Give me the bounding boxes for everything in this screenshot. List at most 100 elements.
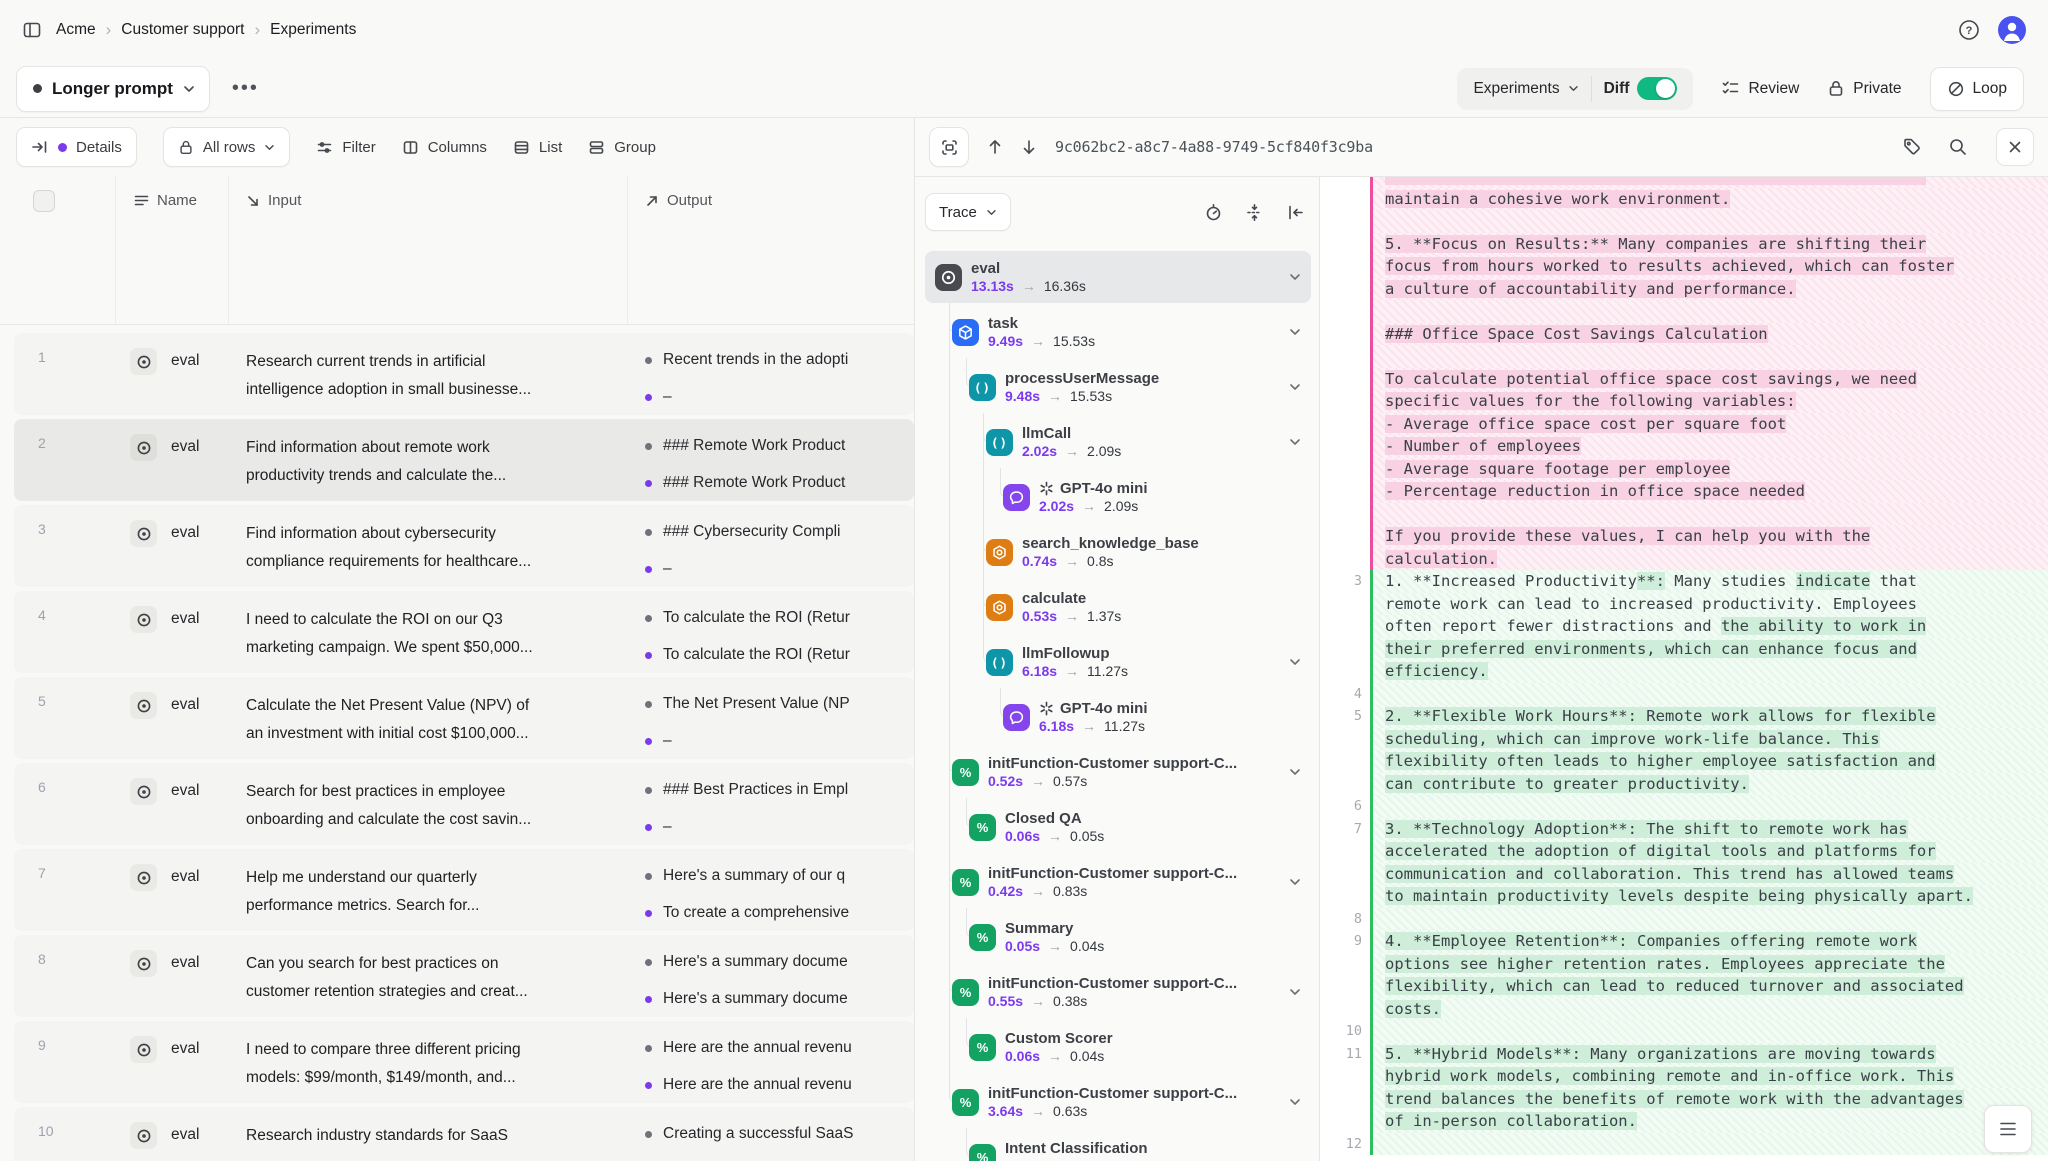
table-row[interactable]: 8evalCan you search for best practices o…: [14, 935, 914, 1017]
review-button[interactable]: Review: [1721, 79, 1799, 98]
view-dropdown[interactable]: Experiments: [1461, 80, 1590, 98]
trace-span-row[interactable]: ()processUserMessage9.48s→15.53s: [925, 361, 1311, 413]
collapse-panel-left-icon[interactable]: [1286, 203, 1305, 222]
trace-span-row[interactable]: eval13.13s→16.36s: [925, 251, 1311, 303]
table-row[interactable]: 5evalCalculate the Net Present Value (NP…: [14, 677, 914, 759]
previous-row-button[interactable]: [987, 138, 1003, 156]
span-durations: 0.06s→0.05s: [1005, 828, 1104, 844]
tag-icon[interactable]: [1902, 137, 1922, 157]
trace-span-row[interactable]: %Summary0.05s→0.04s: [925, 911, 1311, 963]
chevron-down-icon[interactable]: [1289, 988, 1301, 996]
chevron-down-icon[interactable]: [1289, 438, 1301, 446]
trace-span-row[interactable]: GPT-4o mini2.02s→2.09s: [925, 471, 1311, 523]
added-text-line: remote work can lead to increased produc…: [1370, 593, 2048, 616]
trace-span-row[interactable]: %initFunction-Customer support-C...0.42s…: [925, 856, 1311, 908]
table-row[interactable]: 9evalI need to compare three different p…: [14, 1021, 914, 1103]
diff-line: To calculate potential office space cost…: [1320, 368, 2048, 391]
table-row[interactable]: 3evalFind information about cybersecurit…: [14, 505, 914, 587]
table-row[interactable]: 2evalFind information about remote workp…: [14, 419, 914, 501]
table-row[interactable]: 10evalResearch industry standards for Sa…: [14, 1107, 914, 1161]
trace-span-row[interactable]: %initFunction-Customer support-C...0.52s…: [925, 746, 1311, 798]
chevron-down-icon[interactable]: [1289, 273, 1301, 281]
added-text-line: flexibility often leads to higher employ…: [1370, 750, 2048, 773]
trace-span-row[interactable]: %initFunction-Customer support-C...3.64s…: [925, 1076, 1311, 1128]
column-header-name[interactable]: Name: [134, 192, 197, 209]
rows-filter-dropdown[interactable]: All rows: [163, 127, 291, 167]
loop-button[interactable]: Loop: [1930, 67, 2024, 111]
column-header-output[interactable]: Output: [645, 192, 712, 209]
collapse-rows-icon[interactable]: [1245, 203, 1264, 222]
output-text: Here are the annual revenu: [663, 1039, 852, 1057]
span-name: eval: [971, 260, 1086, 277]
timing-icon[interactable]: [1204, 203, 1223, 222]
diff-line: trend balances the benefits of remote wo…: [1320, 1088, 2048, 1111]
chevron-down-icon[interactable]: [1289, 658, 1301, 666]
span-durations: 9.49s→15.53s: [988, 333, 1095, 349]
group-button[interactable]: Group: [588, 139, 656, 156]
arrow-icon: →: [1082, 718, 1096, 734]
trace-view-dropdown[interactable]: Trace: [925, 193, 1011, 231]
trace-span-row[interactable]: %Intent Classification0.13s→0.08s: [925, 1131, 1311, 1161]
span-info: initFunction-Customer support-C...0.52s→…: [988, 755, 1237, 789]
sidebar-toggle-icon[interactable]: [22, 20, 42, 40]
line-number: 7: [1320, 818, 1370, 841]
column-header-input[interactable]: Input: [246, 192, 301, 209]
list-button[interactable]: List: [513, 139, 562, 156]
trace-span-row[interactable]: ()llmCall2.02s→2.09s: [925, 416, 1311, 468]
chevron-down-icon[interactable]: [1289, 383, 1301, 391]
span-info: initFunction-Customer support-C...0.55s→…: [988, 975, 1237, 1009]
select-all-checkbox[interactable]: [33, 190, 55, 212]
chevron-down-icon[interactable]: [1289, 768, 1301, 776]
trace-span-row[interactable]: %Closed QA0.06s→0.05s: [925, 801, 1311, 853]
private-button[interactable]: Private: [1827, 79, 1901, 98]
output-value: To calculate the ROI (Retur: [645, 644, 914, 666]
trace-panel-header: 9c062bc2-a8c7-4a88-9749-5cf840f3c9ba: [915, 118, 2048, 177]
span-name: GPT-4o mini: [1039, 480, 1148, 497]
chevron-down-icon[interactable]: [1289, 1098, 1301, 1106]
diff-toggle[interactable]: [1637, 77, 1677, 100]
duration-comparison: 0.05s: [1070, 828, 1104, 844]
diff-line: focus from hours worked to results achie…: [1320, 255, 2048, 278]
trace-span-row[interactable]: task9.49s→15.53s: [925, 306, 1311, 358]
trace-span-row[interactable]: GPT-4o mini6.18s→11.27s: [925, 691, 1311, 743]
openai-logo-icon: [1039, 701, 1054, 716]
trace-span-row[interactable]: %initFunction-Customer support-C...0.55s…: [925, 966, 1311, 1018]
table-row[interactable]: 4evalI need to calculate the ROI on our …: [14, 591, 914, 673]
trace-span-row[interactable]: %Custom Scorer0.06s→0.04s: [925, 1021, 1311, 1073]
output-text: ### Remote Work Product: [663, 474, 845, 492]
raw-view-toggle-button[interactable]: [1984, 1105, 2032, 1153]
columns-button[interactable]: Columns: [402, 139, 487, 156]
experiment-selector[interactable]: Longer prompt: [16, 66, 210, 112]
duration-current: 6.18s: [1039, 718, 1074, 734]
search-icon[interactable]: [1948, 137, 1968, 157]
trace-span-row[interactable]: search_knowledge_base0.74s→0.8s: [925, 526, 1311, 578]
avatar[interactable]: [1998, 16, 2026, 44]
close-panel-button[interactable]: [1996, 128, 2034, 166]
next-row-button[interactable]: [1021, 138, 1037, 156]
table-row[interactable]: 1evalResearch current trends in artifici…: [14, 333, 914, 415]
breadcrumb-separator: ›: [255, 20, 261, 40]
span-durations: 0.74s→0.8s: [1022, 553, 1199, 569]
output-value: The Net Present Value (NP: [645, 693, 914, 715]
breadcrumb-section[interactable]: Experiments: [270, 21, 356, 39]
percent-span-icon: %: [969, 924, 996, 951]
more-options-button[interactable]: •••: [228, 73, 263, 104]
expand-panel-button[interactable]: [929, 127, 969, 167]
chevron-down-icon[interactable]: [1289, 328, 1301, 336]
trace-span-row[interactable]: calculate0.53s→1.37s: [925, 581, 1311, 633]
details-button[interactable]: Details: [16, 127, 137, 167]
diff-line: [1320, 345, 2048, 368]
row-input-cell: Find information about cybersecuritycomp…: [246, 520, 632, 576]
filter-button[interactable]: Filter: [316, 139, 375, 156]
breadcrumb-org[interactable]: Acme: [56, 21, 96, 39]
trace-span-row[interactable]: ()llmFollowup6.18s→11.27s: [925, 636, 1311, 688]
added-text-line: [1370, 795, 2048, 818]
text-lines-icon: [134, 194, 149, 207]
chevron-down-icon[interactable]: [1289, 878, 1301, 886]
table-row[interactable]: 6evalSearch for best practices in employ…: [14, 763, 914, 845]
breadcrumb-project[interactable]: Customer support: [121, 21, 244, 39]
table-row[interactable]: 7evalHelp me understand our quarterlyper…: [14, 849, 914, 931]
added-text-line: 1. **Increased Productivity**: Many stud…: [1370, 570, 2048, 593]
diff-line: flexibility often leads to higher employ…: [1320, 750, 2048, 773]
help-icon[interactable]: ?: [1956, 17, 1982, 43]
